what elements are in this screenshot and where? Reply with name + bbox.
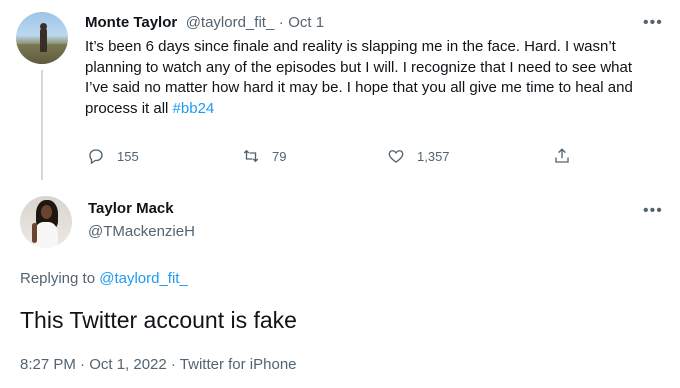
retweet-icon — [243, 149, 259, 163]
share-button[interactable] — [553, 147, 583, 165]
avatar-taylor-mack[interactable] — [20, 196, 72, 248]
parent-tweet-text: It’s been 6 days since finale and realit… — [85, 37, 645, 119]
reply-author-name[interactable]: Taylor Mack — [88, 200, 174, 217]
like-button[interactable]: 1,357 — [387, 147, 450, 165]
avatar-figure-face — [41, 205, 52, 219]
reply-author-handle[interactable]: @TMackenzieH — [88, 223, 195, 240]
reply-timestamp[interactable]: 8:27 PM · Oct 1, 2022 · Twitter for iPho… — [20, 356, 297, 373]
heart-icon — [388, 150, 404, 163]
reply-count: 155 — [117, 148, 139, 164]
thread-connector-line — [41, 70, 43, 180]
like-count: 1,357 — [417, 148, 450, 164]
replying-to-line: Replying to @taylord_fit_ — [20, 270, 188, 287]
retweet-button[interactable]: 79 — [242, 147, 286, 165]
share-icon — [555, 148, 569, 163]
reply-button[interactable]: 155 — [87, 147, 139, 165]
parent-author-name[interactable]: Monte Taylor — [85, 14, 177, 31]
parent-author-handle[interactable]: @taylord_fit_ — [186, 14, 275, 31]
parent-tweet-date[interactable]: Oct 1 — [288, 14, 324, 31]
header-separator: · — [278, 14, 284, 31]
avatar-figure-body — [40, 28, 47, 52]
replying-to-mention[interactable]: @taylord_fit_ — [99, 270, 188, 287]
avatar-monte-taylor[interactable] — [16, 12, 68, 64]
replying-to-prefix: Replying to — [20, 270, 100, 287]
retweet-count: 79 — [272, 148, 287, 164]
reply-icon — [89, 149, 103, 165]
avatar-figure-dress — [34, 222, 58, 248]
reply-more-options-icon[interactable]: ••• — [643, 203, 663, 219]
avatar-figure-arm — [32, 223, 37, 243]
parent-tweet-header: Monte Taylor @taylord_fit_ · Oct 1 — [85, 14, 324, 32]
hashtag-link[interactable]: #bb24 — [173, 100, 215, 117]
parent-tweet-body: It’s been 6 days since finale and realit… — [85, 38, 633, 117]
reply-tweet-text: This Twitter account is fake — [20, 307, 297, 333]
more-options-icon[interactable]: ••• — [643, 15, 663, 31]
